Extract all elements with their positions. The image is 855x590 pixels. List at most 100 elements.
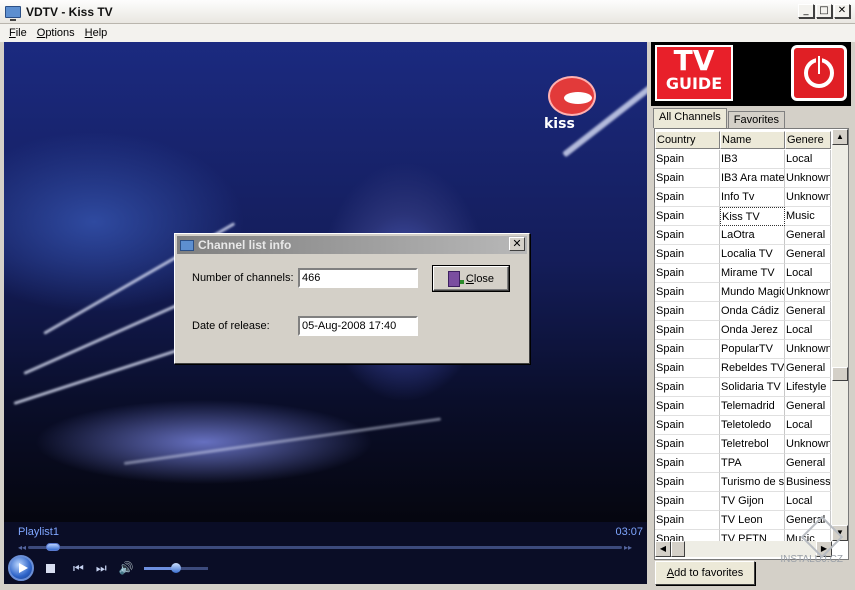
table-body: Spain IB3 Local Spain IB3 Ara mate Unknown Spa…: [655, 150, 831, 549]
play-button[interactable]: [8, 555, 34, 581]
dialog-title-bar: Channel list info ✕: [177, 236, 527, 254]
seek-bar[interactable]: ◂◂ ▸▸: [18, 543, 632, 552]
table-row[interactable]: Spain Info Tv Unknown: [655, 188, 831, 207]
table-row[interactable]: Spain Mundo Magic Unknown: [655, 283, 831, 302]
minimize-button[interactable]: _: [798, 4, 814, 18]
table-row[interactable]: Spain Onda Jerez Local: [655, 321, 831, 340]
table-row[interactable]: Spain Turismo de se Business: [655, 473, 831, 492]
channel-list-info-dialog: Channel list info ✕ Number of channels: …: [174, 233, 530, 364]
cell-genere: General: [785, 302, 831, 321]
cell-country: Spain: [655, 340, 720, 359]
cell-name: Turismo de se: [720, 473, 785, 492]
cell-country: Spain: [655, 150, 720, 169]
dialog-close-x-button[interactable]: ✕: [509, 237, 525, 251]
cell-country: Spain: [655, 435, 720, 454]
vertical-scrollbar[interactable]: ▲ ▼: [832, 129, 848, 541]
table-row[interactable]: Spain Solidaria TV Lifestyle: [655, 378, 831, 397]
time-display: 03:07: [615, 526, 643, 538]
table-header: Country Name Genere: [655, 131, 831, 149]
cell-country: Spain: [655, 226, 720, 245]
close-window-button[interactable]: ✕: [834, 4, 850, 18]
channel-table: Country Name Genere Spain IB3 Local Spain IB…: [654, 128, 849, 560]
vertical-scroll-thumb[interactable]: [832, 367, 848, 381]
cell-name: Solidaria TV: [720, 378, 785, 397]
seek-thumb[interactable]: [45, 543, 60, 551]
cell-name: Mirame TV: [720, 264, 785, 283]
watermark: INSTALUJ.CZ: [763, 515, 844, 586]
window-controls: _ □ ✕: [798, 4, 850, 18]
menu-help[interactable]: Help: [80, 27, 113, 39]
cell-name: Kiss TV: [720, 207, 785, 226]
cell-country: Spain: [655, 378, 720, 397]
power-button[interactable]: [791, 45, 847, 101]
title-bar: VDTV - Kiss TV _ □ ✕: [0, 0, 855, 24]
channel-count-field[interactable]: 466: [298, 268, 418, 288]
menu-bar: File Options Help: [0, 24, 855, 42]
table-row[interactable]: Spain Rebeldes TV General: [655, 359, 831, 378]
cell-genere: Local: [785, 416, 831, 435]
table-row[interactable]: Spain TV Leon General: [655, 511, 831, 530]
tab-favorites[interactable]: Favorites: [727, 111, 786, 128]
maximize-button[interactable]: □: [816, 4, 832, 18]
cell-genere: Unknown: [785, 169, 831, 188]
table-row[interactable]: Spain TV Gijon Local: [655, 492, 831, 511]
previous-button[interactable]: ⏮: [73, 561, 84, 576]
scroll-up-button[interactable]: ▲: [832, 129, 848, 145]
table-row[interactable]: Spain Kiss TV Music: [655, 207, 831, 226]
logo-strip: TV GUIDE: [651, 42, 851, 106]
cell-name: IB3 Ara mate: [720, 169, 785, 188]
table-row[interactable]: Spain Teletrebol Unknown: [655, 435, 831, 454]
volume-icon[interactable]: 🔊: [119, 561, 134, 575]
cell-genere: General: [785, 245, 831, 264]
column-country[interactable]: Country: [655, 131, 720, 149]
cell-name: Localia TV: [720, 245, 785, 264]
table-row[interactable]: Spain Telemadrid General: [655, 397, 831, 416]
horizontal-scroll-thumb[interactable]: [671, 541, 685, 557]
tab-all-channels[interactable]: All Channels: [653, 108, 727, 128]
volume-slider[interactable]: [143, 562, 208, 573]
playlist-label[interactable]: Playlist1: [18, 526, 59, 538]
next-button[interactable]: ⏭: [96, 561, 107, 576]
cell-name: TV Gijon: [720, 492, 785, 511]
cell-name: Teletoledo: [720, 416, 785, 435]
cell-country: Spain: [655, 321, 720, 340]
table-row[interactable]: Spain Mirame TV Local: [655, 264, 831, 283]
window-title: VDTV - Kiss TV: [26, 4, 113, 19]
cell-name: TPA: [720, 454, 785, 473]
cell-genere: Unknown: [785, 283, 831, 302]
cell-genere: General: [785, 397, 831, 416]
menu-file[interactable]: File: [4, 27, 32, 39]
cell-name: IB3: [720, 150, 785, 169]
cell-genere: Local: [785, 264, 831, 283]
channel-logo: kiss: [544, 76, 604, 136]
tv-guide-logo[interactable]: TV GUIDE: [655, 45, 733, 101]
table-row[interactable]: Spain TPA General: [655, 454, 831, 473]
stop-button[interactable]: [46, 563, 55, 573]
cell-genere: Local: [785, 150, 831, 169]
channel-tabs: All Channels Favorites: [653, 108, 786, 128]
table-row[interactable]: Spain IB3 Local: [655, 150, 831, 169]
cell-country: Spain: [655, 302, 720, 321]
cell-country: Spain: [655, 188, 720, 207]
menu-options[interactable]: Options: [32, 27, 80, 39]
channel-panel: TV GUIDE All Channels Favorites Country …: [649, 42, 855, 590]
column-name[interactable]: Name: [720, 131, 785, 149]
table-row[interactable]: Spain Onda Cádiz General: [655, 302, 831, 321]
cell-genere: Local: [785, 492, 831, 511]
release-date-field[interactable]: 05-Aug-2008 17:40: [298, 316, 418, 336]
playback-controls: ⏮ ⏭ 🔊: [8, 554, 208, 582]
cell-genere: General: [785, 226, 831, 245]
table-row[interactable]: Spain PopularTV Unknown: [655, 340, 831, 359]
cell-genere: Unknown: [785, 435, 831, 454]
table-row[interactable]: Spain IB3 Ara mate Unknown: [655, 169, 831, 188]
table-row[interactable]: Spain Teletoledo Local: [655, 416, 831, 435]
table-row[interactable]: Spain LaOtra General: [655, 226, 831, 245]
add-to-favorites-button[interactable]: Add to favorites: [655, 561, 755, 585]
scroll-left-button[interactable]: ◀: [655, 541, 671, 557]
volume-thumb[interactable]: [170, 562, 181, 573]
cell-country: Spain: [655, 473, 720, 492]
cell-country: Spain: [655, 264, 720, 283]
column-genere[interactable]: Genere: [785, 131, 831, 149]
table-row[interactable]: Spain Localia TV General: [655, 245, 831, 264]
dialog-close-button[interactable]: Close: [432, 265, 510, 292]
